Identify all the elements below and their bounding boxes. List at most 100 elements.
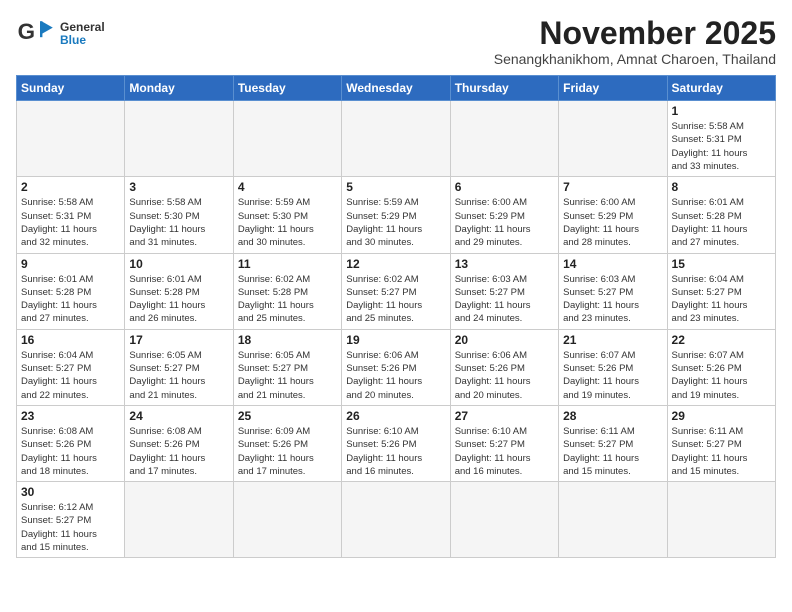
calendar-cell: 15Sunrise: 6:04 AM Sunset: 5:27 PM Dayli…	[667, 253, 775, 329]
day-info: Sunrise: 6:11 AM Sunset: 5:27 PM Dayligh…	[563, 425, 662, 478]
calendar-cell: 14Sunrise: 6:03 AM Sunset: 5:27 PM Dayli…	[559, 253, 667, 329]
page-header: G General Blue November 2025 Senangkhani…	[16, 16, 776, 67]
calendar-cell: 9Sunrise: 6:01 AM Sunset: 5:28 PM Daylig…	[17, 253, 125, 329]
day-info: Sunrise: 6:00 AM Sunset: 5:29 PM Dayligh…	[563, 196, 662, 249]
day-info: Sunrise: 6:08 AM Sunset: 5:26 PM Dayligh…	[21, 425, 120, 478]
day-number: 30	[21, 485, 120, 499]
calendar-cell: 6Sunrise: 6:00 AM Sunset: 5:29 PM Daylig…	[450, 177, 558, 253]
title-section: November 2025 Senangkhanikhom, Amnat Cha…	[494, 16, 776, 67]
day-info: Sunrise: 5:59 AM Sunset: 5:30 PM Dayligh…	[238, 196, 337, 249]
calendar-cell	[559, 482, 667, 558]
calendar-week-row: 23 Sunrise: 6:08 AM Sunset: 5:26 PM Dayli…	[17, 405, 776, 481]
day-info: Sunrise: 6:06 AM Sunset: 5:26 PM Dayligh…	[455, 349, 554, 402]
logo: G General Blue	[16, 16, 105, 52]
calendar-cell: 1Sunrise: 5:58 AM Sunset: 5:31 PM Daylig…	[667, 101, 775, 177]
calendar-cell	[342, 482, 450, 558]
day-info: Sunrise: 6:08 AM Sunset: 5:26 PM Dayligh…	[129, 425, 228, 478]
calendar-cell	[342, 101, 450, 177]
calendar-cell: 11 Sunrise: 6:02 AM Sunset: 5:28 PM Dayli…	[233, 253, 341, 329]
calendar-cell: 17 Sunrise: 6:05 AM Sunset: 5:27 PM Dayli…	[125, 329, 233, 405]
day-info: Sunrise: 6:11 AM Sunset: 5:27 PM Dayligh…	[672, 425, 771, 478]
day-info: Sunrise: 6:02 AM Sunset: 5:28 PM Dayligh…	[238, 273, 337, 326]
calendar-header-row: SundayMondayTuesdayWednesdayThursdayFrid…	[17, 76, 776, 101]
calendar-cell	[233, 101, 341, 177]
day-number: 1	[672, 104, 771, 118]
weekday-header-friday: Friday	[559, 76, 667, 101]
weekday-header-tuesday: Tuesday	[233, 76, 341, 101]
day-info: Sunrise: 6:10 AM Sunset: 5:27 PM Dayligh…	[455, 425, 554, 478]
day-number: 14	[563, 257, 662, 271]
day-number: 24	[129, 409, 228, 423]
day-number: 21	[563, 333, 662, 347]
day-number: 19	[346, 333, 445, 347]
calendar-cell	[667, 482, 775, 558]
calendar-cell: 20 Sunrise: 6:06 AM Sunset: 5:26 PM Dayli…	[450, 329, 558, 405]
day-info: Sunrise: 6:05 AM Sunset: 5:27 PM Dayligh…	[129, 349, 228, 402]
calendar-cell: 18Sunrise: 6:05 AM Sunset: 5:27 PM Dayli…	[233, 329, 341, 405]
calendar-cell: 22 Sunrise: 6:07 AM Sunset: 5:26 PM Dayli…	[667, 329, 775, 405]
day-number: 23	[21, 409, 120, 423]
calendar-cell: 2 Sunrise: 5:58 AM Sunset: 5:31 PM Daylig…	[17, 177, 125, 253]
day-number: 10	[129, 257, 228, 271]
svg-text:G: G	[18, 19, 35, 44]
day-info: Sunrise: 6:00 AM Sunset: 5:29 PM Dayligh…	[455, 196, 554, 249]
weekday-header-saturday: Saturday	[667, 76, 775, 101]
day-number: 11	[238, 257, 337, 271]
calendar-cell: 27 Sunrise: 6:10 AM Sunset: 5:27 PM Dayli…	[450, 405, 558, 481]
calendar-cell: 24 Sunrise: 6:08 AM Sunset: 5:26 PM Dayli…	[125, 405, 233, 481]
day-info: Sunrise: 6:06 AM Sunset: 5:26 PM Dayligh…	[346, 349, 445, 402]
calendar-cell	[450, 101, 558, 177]
day-info: Sunrise: 6:07 AM Sunset: 5:26 PM Dayligh…	[563, 349, 662, 402]
calendar-table: SundayMondayTuesdayWednesdayThursdayFrid…	[16, 75, 776, 558]
day-info: Sunrise: 5:58 AM Sunset: 5:30 PM Dayligh…	[129, 196, 228, 249]
day-number: 28	[563, 409, 662, 423]
calendar-cell: 5 Sunrise: 5:59 AM Sunset: 5:29 PM Daylig…	[342, 177, 450, 253]
day-info: Sunrise: 6:04 AM Sunset: 5:27 PM Dayligh…	[21, 349, 120, 402]
calendar-week-row: 2 Sunrise: 5:58 AM Sunset: 5:31 PM Daylig…	[17, 177, 776, 253]
day-number: 13	[455, 257, 554, 271]
day-number: 22	[672, 333, 771, 347]
day-info: Sunrise: 6:02 AM Sunset: 5:27 PM Dayligh…	[346, 273, 445, 326]
calendar-cell	[233, 482, 341, 558]
day-number: 27	[455, 409, 554, 423]
month-title: November 2025	[494, 16, 776, 51]
calendar-cell: 30 Sunrise: 6:12 AM Sunset: 5:27 PM Dayli…	[17, 482, 125, 558]
calendar-week-row: 9Sunrise: 6:01 AM Sunset: 5:28 PM Daylig…	[17, 253, 776, 329]
calendar-cell: 3 Sunrise: 5:58 AM Sunset: 5:30 PM Daylig…	[125, 177, 233, 253]
day-number: 7	[563, 180, 662, 194]
logo-blue-text: Blue	[60, 34, 105, 47]
day-number: 29	[672, 409, 771, 423]
day-info: Sunrise: 6:10 AM Sunset: 5:26 PM Dayligh…	[346, 425, 445, 478]
calendar-body: 1 Sunrise: 5:58 AM Sunset: 5:31 PM Daylig…	[17, 101, 776, 558]
day-info: Sunrise: 5:59 AM Sunset: 5:29 PM Dayligh…	[346, 196, 445, 249]
day-info: Sunrise: 6:01 AM Sunset: 5:28 PM Dayligh…	[21, 273, 120, 326]
day-number: 5	[346, 180, 445, 194]
day-number: 17	[129, 333, 228, 347]
day-number: 26	[346, 409, 445, 423]
day-number: 3	[129, 180, 228, 194]
day-number: 25	[238, 409, 337, 423]
calendar-cell: 7 Sunrise: 6:00 AM Sunset: 5:29 PM Daylig…	[559, 177, 667, 253]
day-info: Sunrise: 6:03 AM Sunset: 5:27 PM Dayligh…	[455, 273, 554, 326]
day-info: Sunrise: 5:58 AM Sunset: 5:31 PM Dayligh…	[21, 196, 120, 249]
calendar-cell: 25Sunrise: 6:09 AM Sunset: 5:26 PM Dayli…	[233, 405, 341, 481]
weekday-header-wednesday: Wednesday	[342, 76, 450, 101]
day-number: 18	[238, 333, 337, 347]
calendar-cell: 16Sunrise: 6:04 AM Sunset: 5:27 PM Dayli…	[17, 329, 125, 405]
calendar-cell: 26 Sunrise: 6:10 AM Sunset: 5:26 PM Dayli…	[342, 405, 450, 481]
day-number: 8	[672, 180, 771, 194]
day-number: 20	[455, 333, 554, 347]
location-title: Senangkhanikhom, Amnat Charoen, Thailand	[494, 51, 776, 67]
day-info: Sunrise: 6:07 AM Sunset: 5:26 PM Dayligh…	[672, 349, 771, 402]
day-number: 2	[21, 180, 120, 194]
calendar-cell: 4Sunrise: 5:59 AM Sunset: 5:30 PM Daylig…	[233, 177, 341, 253]
calendar-cell: 23 Sunrise: 6:08 AM Sunset: 5:26 PM Dayli…	[17, 405, 125, 481]
weekday-header-sunday: Sunday	[17, 76, 125, 101]
day-number: 12	[346, 257, 445, 271]
calendar-cell: 8Sunrise: 6:01 AM Sunset: 5:28 PM Daylig…	[667, 177, 775, 253]
calendar-cell	[17, 101, 125, 177]
day-info: Sunrise: 6:12 AM Sunset: 5:27 PM Dayligh…	[21, 501, 120, 554]
calendar-cell: 10Sunrise: 6:01 AM Sunset: 5:28 PM Dayli…	[125, 253, 233, 329]
weekday-header-thursday: Thursday	[450, 76, 558, 101]
calendar-cell: 28 Sunrise: 6:11 AM Sunset: 5:27 PM Dayli…	[559, 405, 667, 481]
